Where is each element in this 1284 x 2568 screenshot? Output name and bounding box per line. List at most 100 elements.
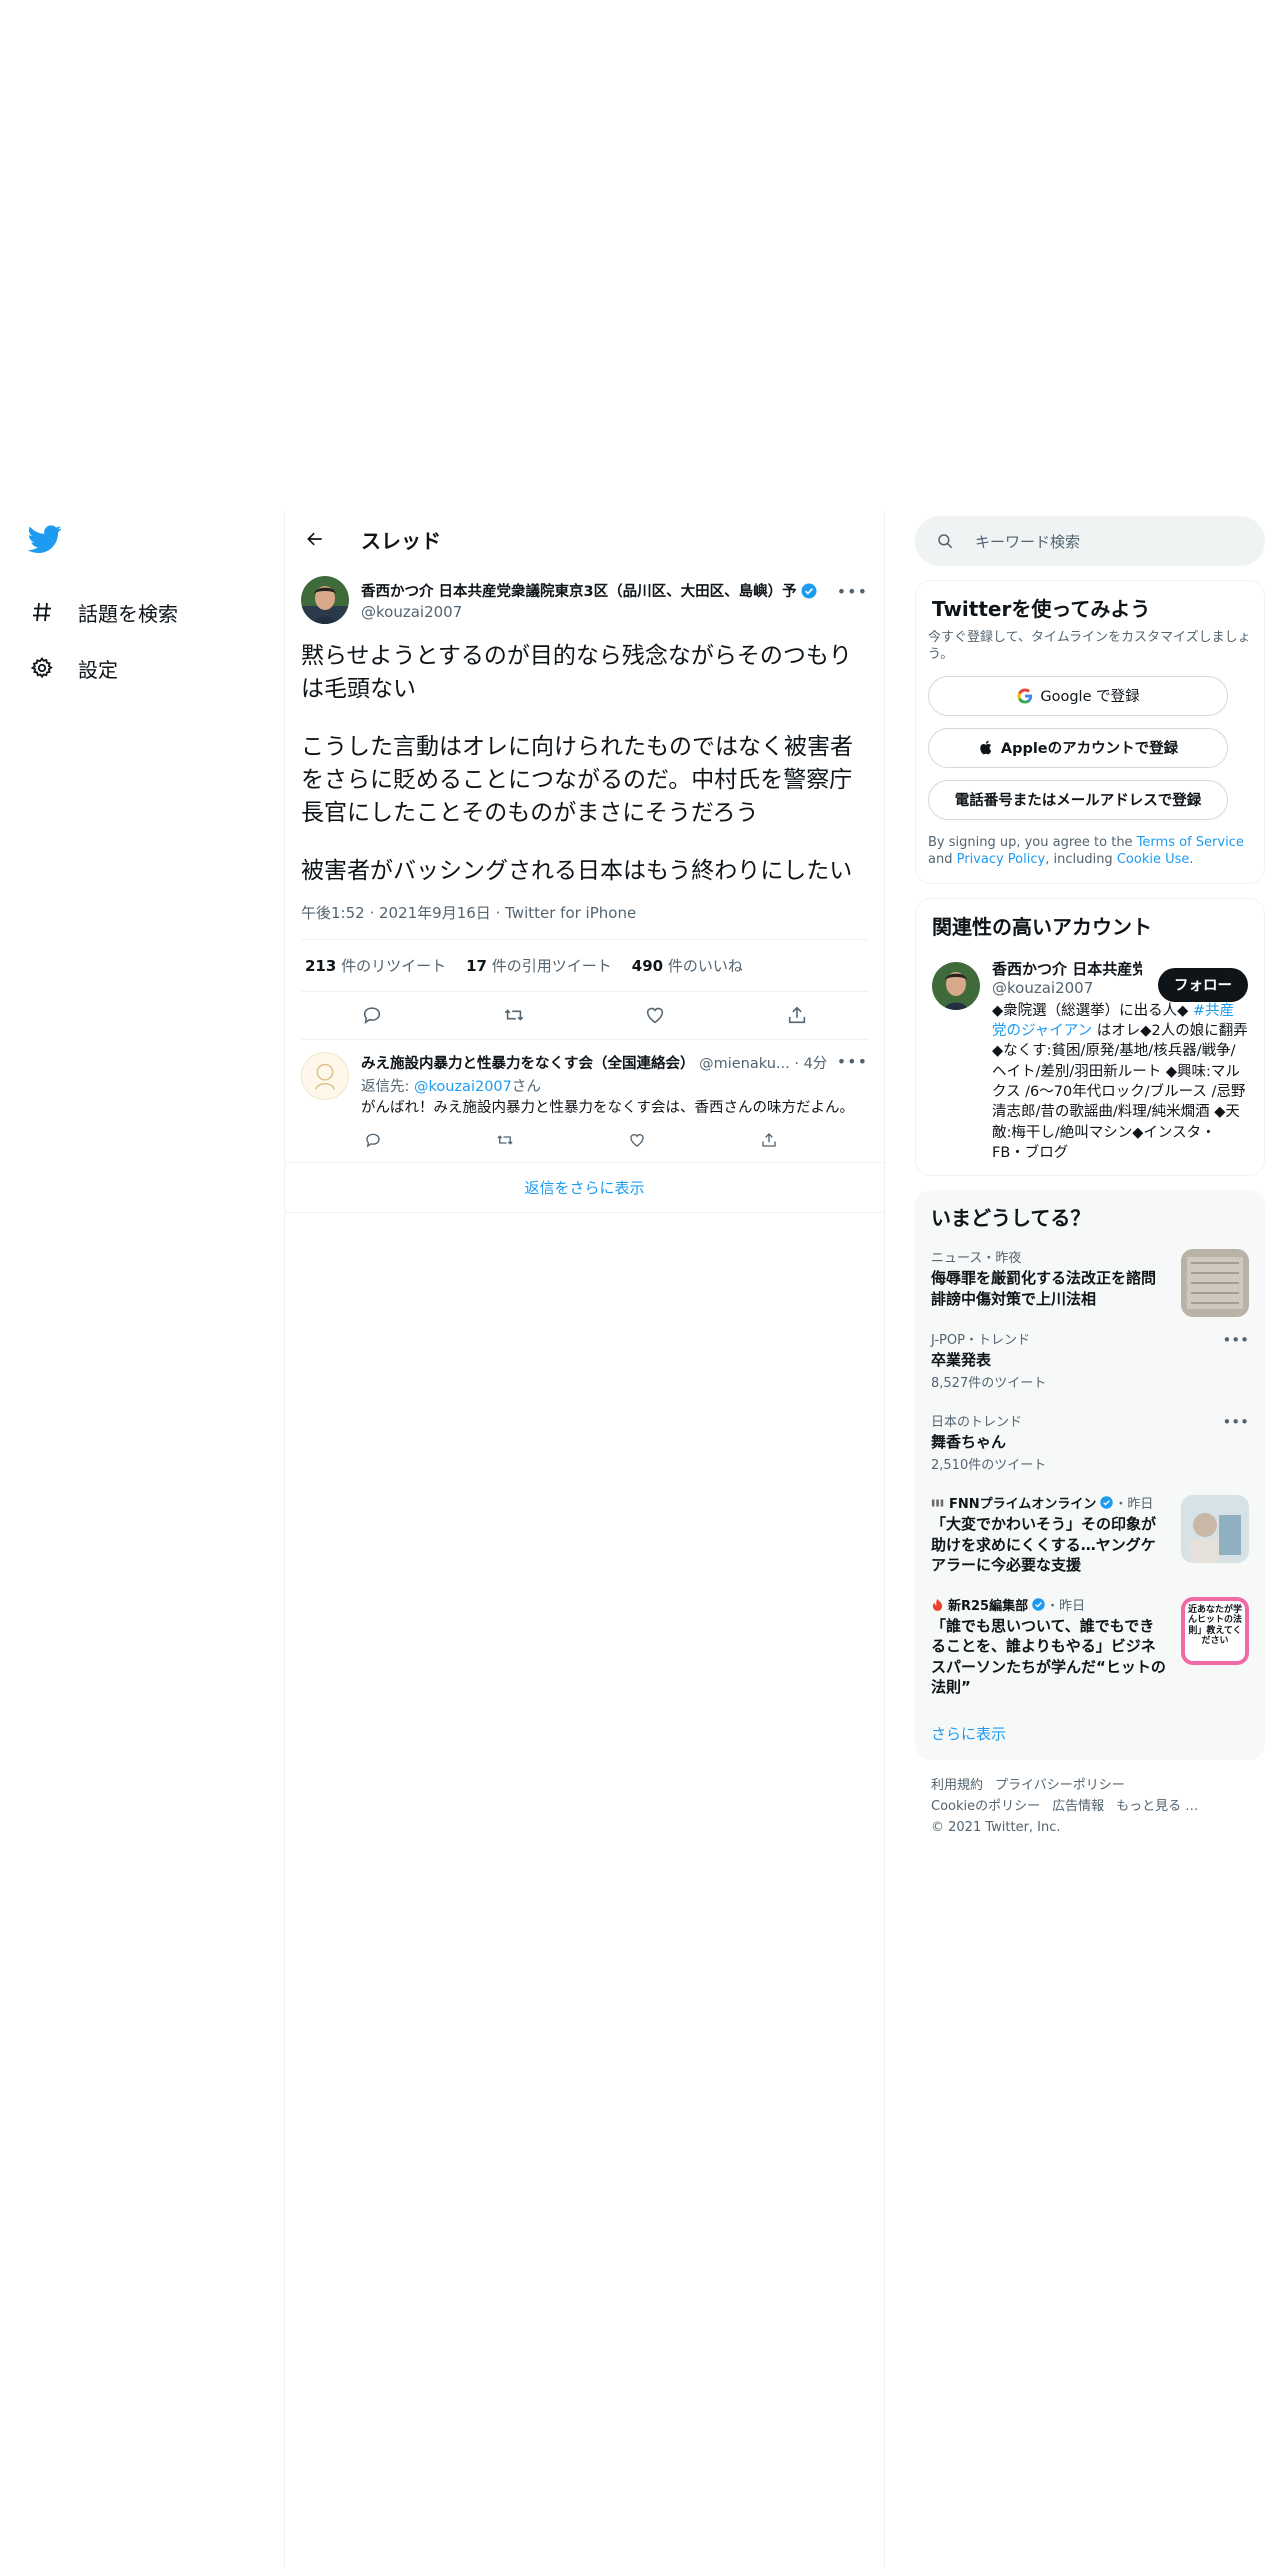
cookie-use-link[interactable]: Cookie Use xyxy=(1117,852,1190,867)
reply-header: みえ施設内暴力と性暴力をなくす会（全国連絡会） @mienaku... · 4分 xyxy=(361,1052,868,1073)
news-title: 「大変でかわいそう」その印象が助けを求めにくくする…ヤングケアラーに今必要な支援 xyxy=(931,1515,1157,1574)
google-signup-button[interactable]: Google で登録 xyxy=(928,675,1228,716)
trend-item[interactable]: 日本のトレンド 舞香ちゃん 2,510件のツイート ••• xyxy=(915,1401,1265,1483)
bio-text: ◆衆院選（総選挙）に出る人◆ xyxy=(992,1002,1193,1019)
retweet-count[interactable]: 213 件のリツイート xyxy=(305,955,446,976)
reply-tweet[interactable]: みえ施設内暴力と性暴力をなくす会（全国連絡会） @mienaku... · 4分… xyxy=(285,1040,884,1164)
google-signup-label: Google で登録 xyxy=(1040,689,1140,706)
more-options-icon[interactable]: ••• xyxy=(1222,1413,1249,1431)
related-account[interactable]: 香西かつ介 日本共産党 @kouzai2007 ◆衆院選（総選挙）に出る人◆ #… xyxy=(916,940,1264,1175)
tweet-header: 香西かつ介 日本共産党衆議院東京3区（品川区、大田区、島嶼）予 @kouzai2… xyxy=(301,576,868,624)
terms-including: , including xyxy=(1045,852,1113,868)
footer: 利用規約 プライバシーポリシー Cookieのポリシー 広告情報 もっと見る … © … xyxy=(915,1760,1265,1854)
bio-text: はオレ◆2人の娘に翻弄 ◆なくす:貧困/原発/基地/核兵器/戦争/ヘイト/差別/… xyxy=(992,1023,1248,1161)
reply-icon[interactable] xyxy=(361,1128,385,1152)
footer-link[interactable]: Cookieのポリシー xyxy=(931,1799,1040,1814)
gear-icon xyxy=(28,654,56,682)
nav-item-settings[interactable]: 設定 xyxy=(28,640,268,696)
avatar[interactable] xyxy=(301,576,349,624)
tweet-paragraph: 黙らせようとするのが目的なら残念ながらそのつもりは毛頭ない xyxy=(301,643,852,702)
twitter-logo-icon[interactable] xyxy=(27,522,68,562)
reply-time-sep: · xyxy=(794,1055,799,1072)
terms-of-service-link[interactable]: Terms of Service xyxy=(1137,835,1244,850)
apple-signup-button[interactable]: Appleのアカウントで登録 xyxy=(928,727,1228,768)
more-options-icon[interactable]: ••• xyxy=(837,582,868,601)
signup-title: Twitterを使ってみよう xyxy=(932,597,1151,621)
related-account-name[interactable]: 香西かつ介 日本共産党 xyxy=(992,958,1142,979)
signup-description: 今すぐ登録して、タイムラインをカスタマイズしましょう。 xyxy=(928,630,1251,662)
verified-badge-icon xyxy=(1100,1496,1114,1509)
tweet-date[interactable]: 2021年9月16日 xyxy=(379,904,491,922)
reply-to-line: 返信先: @kouzai2007さん xyxy=(361,1075,868,1096)
terms-and: and xyxy=(928,852,953,868)
avatar[interactable] xyxy=(932,961,980,1010)
nav-label-settings: 設定 xyxy=(78,657,118,682)
apple-signup-label: Appleのアカウントで登録 xyxy=(1000,741,1179,758)
more-options-icon[interactable]: ••• xyxy=(1222,1331,1249,1349)
trend-title: 卒業発表 xyxy=(931,1350,992,1369)
trends-show-more-link[interactable]: さらに表示 xyxy=(915,1707,1265,1760)
reply-author-handle[interactable]: @mienaku... xyxy=(699,1056,790,1072)
tweet-author-handle[interactable]: @kouzai2007 xyxy=(361,603,868,621)
footer-link[interactable]: 利用規約 xyxy=(931,1778,983,1793)
footer-link[interactable]: プライバシーポリシー xyxy=(995,1778,1125,1793)
verified-badge-icon xyxy=(1032,1598,1045,1611)
footer-link[interactable]: 広告情報 xyxy=(1052,1799,1104,1814)
reply-to-prefix: 返信先: xyxy=(361,1078,410,1095)
news-thumbnail xyxy=(1181,1495,1249,1564)
r25-logo-icon xyxy=(932,1598,943,1611)
google-icon xyxy=(1017,688,1033,704)
like-icon[interactable] xyxy=(643,1003,667,1027)
more-options-icon[interactable]: ••• xyxy=(837,1052,868,1071)
trend-count: 8,527件のツイート xyxy=(931,1376,1047,1391)
tweet-author-name[interactable]: 香西かつ介 日本共産党衆議院東京3区（品川区、大田区、島嶼）予 xyxy=(361,580,868,601)
share-icon[interactable] xyxy=(785,1003,809,1027)
tweet-text: 黙らせようとするのが目的なら残念ながらそのつもりは毛頭ない こうした言動はオレに… xyxy=(301,640,868,888)
trend-item[interactable]: J-POP・トレンド 卒業発表 8,527件のツイート ••• xyxy=(915,1319,1265,1401)
reply-time[interactable]: 4分 xyxy=(804,1056,828,1072)
fnn-logo-icon xyxy=(931,1499,944,1507)
search-input[interactable]: キーワード検索 xyxy=(915,516,1265,566)
reply-icon[interactable] xyxy=(360,1003,384,1027)
news-title: 「誰でも思いついて、誰でもできることを、誰よりもやる」ビジネスパーソンたちが学ん… xyxy=(931,1617,1166,1696)
like-count[interactable]: 490 件のいいね xyxy=(632,955,743,976)
trend-thumbnail xyxy=(1181,1249,1249,1318)
tweet-source[interactable]: Twitter for iPhone xyxy=(505,904,636,922)
footer-link[interactable]: もっと見る … xyxy=(1116,1799,1198,1814)
reply-author-name[interactable]: みえ施設内暴力と性暴力をなくす会（全国連絡会） xyxy=(361,1056,695,1072)
retweet-icon[interactable] xyxy=(502,1003,526,1027)
trend-item[interactable]: ニュース・昨夜 侮辱罪を厳罰化する法改正を諮問 誹謗中傷対策で上川法相 xyxy=(915,1237,1265,1319)
news-item[interactable]: FNNプライムオンライン ・昨日 「大変でかわいそう」その印象が助けを求めにくく… xyxy=(915,1483,1265,1585)
reply-to-handle[interactable]: @kouzai2007 xyxy=(414,1079,512,1095)
avatar[interactable] xyxy=(301,1051,349,1100)
back-arrow-icon[interactable] xyxy=(301,525,329,553)
share-icon[interactable] xyxy=(757,1128,781,1152)
like-count-label: 件のいいね xyxy=(667,956,743,975)
privacy-policy-link[interactable]: Privacy Policy xyxy=(957,852,1046,867)
retweet-icon[interactable] xyxy=(493,1128,517,1152)
trend-title: 舞香ちゃん xyxy=(931,1433,1007,1451)
tweet-meta: 午後1:52 · 2021年9月16日 · Twitter for iPhone xyxy=(301,902,868,940)
main-header: スレッド xyxy=(285,510,884,568)
nav-item-explore[interactable]: 話題を検索 xyxy=(28,584,268,640)
follow-button[interactable]: フォロー xyxy=(1158,967,1248,1002)
tweet-time[interactable]: 午後1:52 xyxy=(301,904,365,922)
trend-meta: J-POP・トレンド xyxy=(931,1332,1030,1348)
trend-meta: 日本のトレンド xyxy=(931,1415,1023,1430)
tweet-paragraph: こうした言動はオレに向けられたものではなく被害者をさらに貶めることにつながるのだ… xyxy=(301,734,853,826)
main-column: スレッド 香西かつ介 日本共産党衆議院東京3区（品川区、大田区、島嶼）予 @ko… xyxy=(284,510,885,2568)
retweet-count-label: 件のリツイート xyxy=(341,956,447,975)
quote-count[interactable]: 17 件の引用ツイート xyxy=(466,955,612,976)
search-icon xyxy=(935,531,955,551)
terms-end: . xyxy=(1189,852,1194,868)
like-icon[interactable] xyxy=(625,1128,649,1152)
verified-badge-icon xyxy=(801,583,817,598)
news-item[interactable]: 新R25編集部 ・昨日 「誰でも思いついて、誰でもできることを、誰よりもやる」ビ… xyxy=(915,1585,1265,1707)
news-thumbnail: 近あなたが学んヒットの法則」教えてください xyxy=(1181,1597,1249,1665)
quote-count-label: 件の引用ツイート xyxy=(491,956,612,975)
phone-email-signup-button[interactable]: 電話番号またはメールアドレスで登録 xyxy=(928,779,1228,820)
show-more-replies-link[interactable]: 返信をさらに表示 xyxy=(285,1163,884,1214)
news-time: ・昨日 xyxy=(1046,1599,1086,1614)
reply-actions xyxy=(361,1128,781,1152)
trends-title: いまどうしてる？ xyxy=(931,1206,1091,1231)
